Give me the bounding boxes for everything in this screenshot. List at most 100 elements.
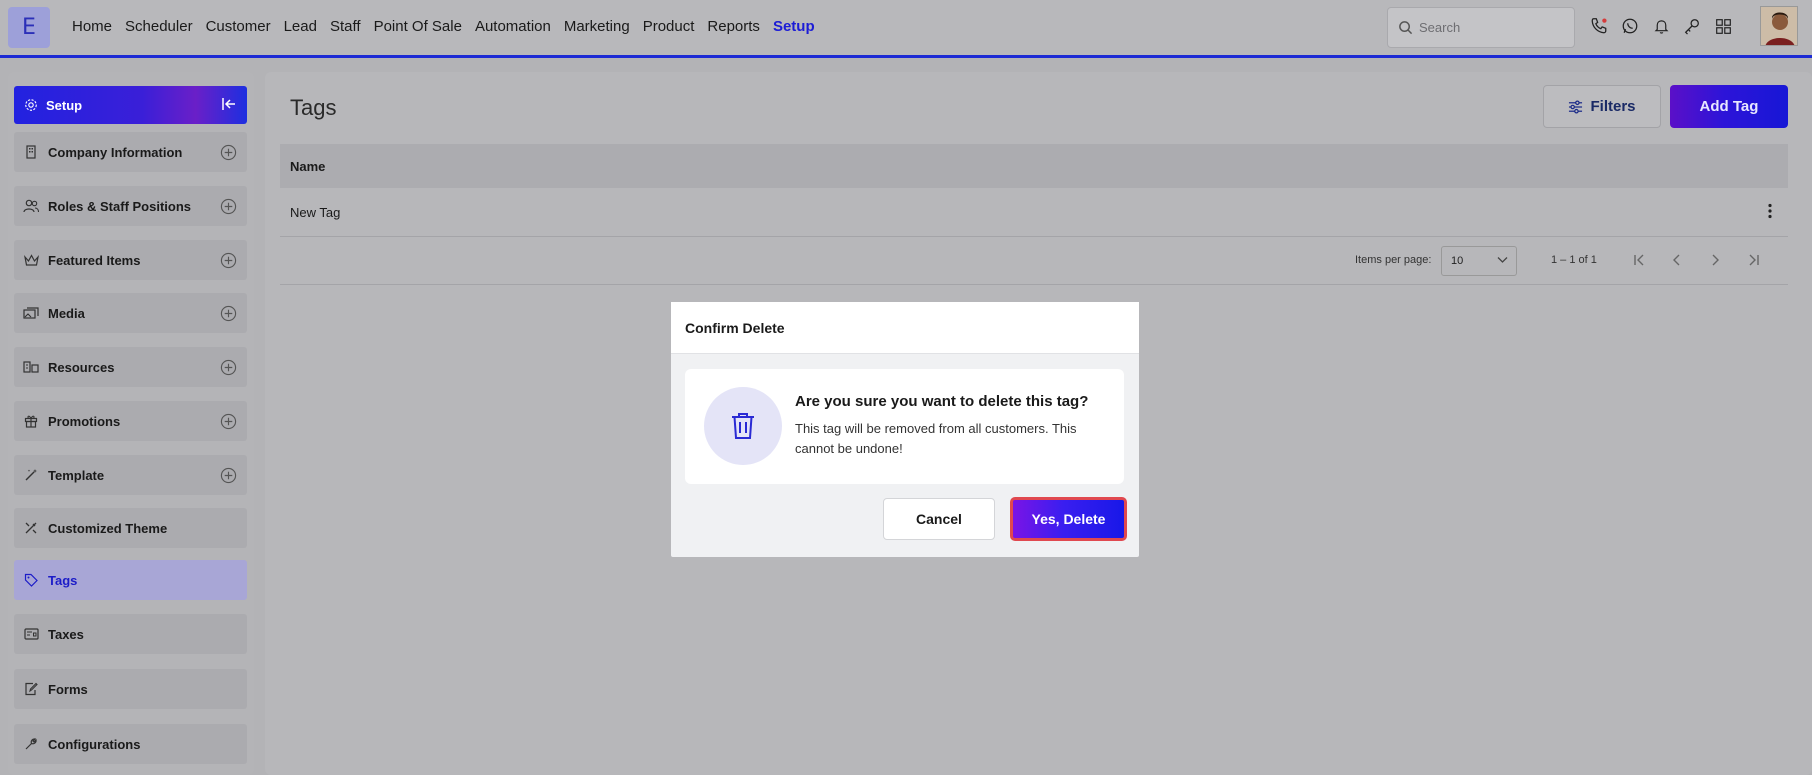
last-page-icon (1749, 254, 1759, 266)
add-tag-button[interactable]: Add Tag (1670, 85, 1788, 128)
sidebar-item-company-information[interactable]: Company Information (14, 132, 247, 172)
form-icon (23, 681, 39, 697)
whatsapp-icon[interactable] (1621, 15, 1639, 37)
filters-label: Filters (1590, 98, 1636, 115)
sidebar-item-resources[interactable]: Resources (14, 347, 247, 387)
sidebar-item-featured-items[interactable]: Featured Items (14, 240, 247, 280)
sidebar-item-configurations[interactable]: Configurations (14, 724, 247, 764)
users-icon (23, 198, 39, 214)
expand-plus-icon[interactable] (220, 305, 237, 322)
items-per-page-select[interactable]: 10 (1441, 246, 1517, 276)
column-header-name[interactable]: Name (290, 159, 325, 174)
sidebar: Setup Company Information Roles & Staff … (8, 72, 254, 775)
tag-icon (23, 572, 39, 588)
more-vertical-icon[interactable] (1767, 203, 1773, 219)
first-page-button[interactable] (1630, 250, 1650, 270)
filter-sliders-icon (1569, 99, 1583, 114)
cancel-button[interactable]: Cancel (883, 498, 995, 540)
sidebar-item-template[interactable]: Template (14, 455, 247, 495)
phone-call-icon[interactable] (1590, 15, 1608, 37)
search-input[interactable] (1419, 20, 1559, 35)
sidebar-header: Setup (14, 86, 247, 124)
nav-marketing[interactable]: Marketing (564, 18, 630, 35)
nav-home[interactable]: Home (72, 18, 112, 35)
nav-product[interactable]: Product (643, 18, 695, 35)
sidebar-item-label: Resources (48, 359, 115, 375)
building-icon (23, 144, 39, 160)
nav-point-of-sale[interactable]: Point Of Sale (374, 18, 462, 35)
sidebar-item-label: Tags (48, 572, 78, 588)
dialog-message-card: Are you sure you want to delete this tag… (685, 369, 1124, 484)
next-page-button[interactable] (1705, 250, 1725, 270)
dialog-title: Confirm Delete (671, 302, 1139, 354)
table-header: Name (280, 144, 1788, 188)
media-icon (23, 305, 39, 321)
sidebar-item-label: Customized Theme (48, 520, 168, 536)
table-row[interactable]: New Tag (280, 188, 1788, 237)
confirm-question: Are you sure you want to delete this tag… (795, 393, 1089, 410)
sidebar-item-label: Media (48, 305, 85, 321)
taxes-icon (23, 626, 39, 642)
items-per-page-label: Items per page: (1355, 254, 1432, 266)
sidebar-item-label: Template (48, 467, 105, 483)
confirm-delete-dialog: Confirm Delete Are you sure you want to … (671, 302, 1139, 557)
nav-reports[interactable]: Reports (707, 18, 760, 35)
previous-page-button[interactable] (1667, 250, 1687, 270)
sidebar-item-label: Roles & Staff Positions (48, 198, 192, 214)
filters-button[interactable]: Filters (1543, 85, 1661, 128)
nav-customer[interactable]: Customer (206, 18, 271, 35)
sidebar-item-media[interactable]: Media (14, 293, 247, 333)
app-logo[interactable]: E (8, 7, 50, 48)
nav-automation[interactable]: Automation (475, 18, 551, 35)
expand-plus-icon[interactable] (220, 144, 237, 161)
sidebar-item-promotions[interactable]: Promotions (14, 401, 247, 441)
top-navbar: E Home Scheduler Customer Lead Staff Poi… (0, 0, 1812, 58)
sidebar-item-label: Forms (48, 681, 88, 697)
expand-plus-icon[interactable] (220, 467, 237, 484)
theme-icon (23, 520, 39, 536)
wrench-icon (23, 736, 39, 752)
chevron-right-icon (1712, 254, 1719, 266)
magic-wand-icon (23, 467, 39, 483)
crown-icon (23, 252, 39, 268)
sidebar-item-label: Company Information (48, 144, 183, 160)
page-title: Tags (290, 95, 337, 120)
sidebar-item-label: Promotions (48, 413, 121, 429)
sidebar-item-tags[interactable]: Tags (14, 560, 247, 600)
confirm-description: This tag will be removed from all custom… (795, 421, 1077, 456)
bell-icon[interactable] (1652, 15, 1670, 37)
last-page-button[interactable] (1743, 250, 1763, 270)
search-icon (1399, 21, 1413, 35)
sidebar-item-label: Configurations (48, 736, 141, 752)
chevron-down-icon (1497, 257, 1508, 263)
sidebar-item-roles-staff-positions[interactable]: Roles & Staff Positions (14, 186, 247, 226)
top-icons (1590, 15, 1732, 37)
collapse-sidebar-icon[interactable] (221, 97, 237, 111)
main-nav: Home Scheduler Customer Lead Staff Point… (72, 18, 828, 35)
items-per-page-value: 10 (1451, 255, 1464, 267)
sidebar-item-customized-theme[interactable]: Customized Theme (14, 508, 247, 548)
key-icon[interactable] (1683, 15, 1701, 37)
expand-plus-icon[interactable] (220, 413, 237, 430)
tag-name-cell: New Tag (290, 204, 341, 220)
sidebar-item-label: Taxes (48, 626, 84, 642)
confirm-delete-button[interactable]: Yes, Delete (1010, 497, 1127, 541)
sidebar-item-taxes[interactable]: Taxes (14, 614, 247, 654)
expand-plus-icon[interactable] (220, 359, 237, 376)
first-page-icon (1634, 254, 1644, 266)
gift-icon (23, 413, 39, 429)
nav-staff[interactable]: Staff (330, 18, 361, 35)
search-box[interactable] (1387, 7, 1575, 48)
resources-icon (23, 359, 39, 375)
expand-plus-icon[interactable] (220, 198, 237, 215)
sidebar-header-label: Setup (46, 97, 83, 113)
apps-grid-icon[interactable] (1714, 15, 1732, 37)
nav-scheduler[interactable]: Scheduler (125, 18, 193, 35)
nav-setup[interactable]: Setup (773, 18, 815, 35)
sidebar-item-forms[interactable]: Forms (14, 669, 247, 709)
nav-lead[interactable]: Lead (284, 18, 317, 35)
trash-icon (704, 387, 782, 465)
user-avatar[interactable] (1760, 6, 1798, 46)
sidebar-item-label: Featured Items (48, 252, 141, 268)
expand-plus-icon[interactable] (220, 252, 237, 269)
